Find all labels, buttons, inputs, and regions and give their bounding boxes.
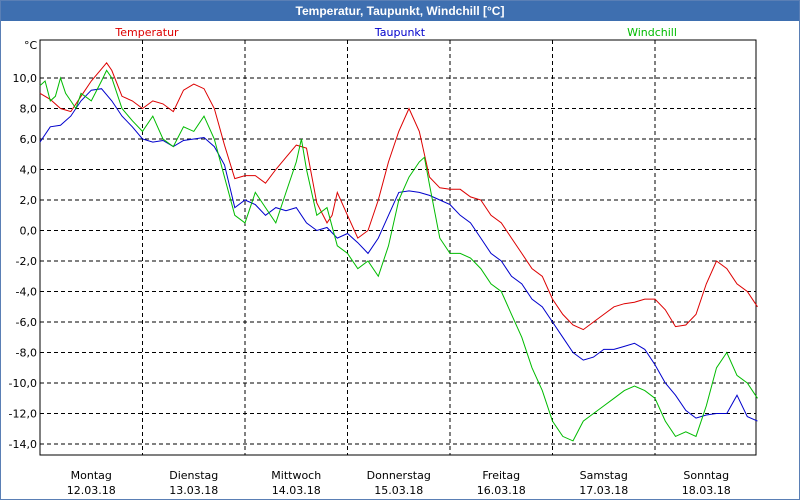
x-tick-day: Donnerstag xyxy=(367,469,431,482)
x-tick-day: Samstag xyxy=(580,469,628,482)
x-tick-date: 14.03.18 xyxy=(272,484,321,497)
legend-windchill: Windchill xyxy=(627,26,677,39)
y-tick-label: -8,0 xyxy=(16,347,37,360)
y-tick-label: -6,0 xyxy=(16,316,37,329)
x-tick-date: 18.03.18 xyxy=(682,484,731,497)
x-tick-day: Dienstag xyxy=(169,469,218,482)
x-tick-date: 16.03.18 xyxy=(477,484,526,497)
plot-area xyxy=(39,39,757,456)
y-tick-label: 6,0 xyxy=(20,133,38,146)
y-tick-label: 4,0 xyxy=(20,164,38,177)
y-axis-ticks: 10,0 8,0 6,0 4,0 2,0 0,0 -2,0 -4,0 -6,0 -8,0 -10,0… xyxy=(9,72,37,451)
y-tick-label: 2,0 xyxy=(20,194,38,207)
x-tick-date: 15.03.18 xyxy=(374,484,423,497)
x-tick-day: Montag xyxy=(71,469,112,482)
y-tick-label: -10,0 xyxy=(9,377,37,390)
x-axis-ticks: Montag 12.03.18 Dienstag 13.03.18 Mittwoch 14… xyxy=(67,469,731,497)
x-tick-date: 13.03.18 xyxy=(169,484,218,497)
x-tick-date: 17.03.18 xyxy=(579,484,628,497)
x-tick-date: 12.03.18 xyxy=(67,484,116,497)
y-tick-label: 10,0 xyxy=(13,72,38,85)
x-tick-day: Freitag xyxy=(482,469,520,482)
y-tick-label: -4,0 xyxy=(16,286,37,299)
x-tick-day: Mittwoch xyxy=(271,469,321,482)
y-tick-label: 0,0 xyxy=(20,225,38,238)
y-tick-label: 8,0 xyxy=(20,103,38,116)
y-tick-label: -12,0 xyxy=(9,408,37,421)
chart-svg: 10,0 8,0 6,0 4,0 2,0 0,0 -2,0 -4,0 -6,0 -8,0 -10,0… xyxy=(9,26,758,497)
x-tick-day: Sonntag xyxy=(683,469,729,482)
y-axis-unit: °C xyxy=(24,39,38,52)
y-tick-label: -14,0 xyxy=(9,438,37,451)
legend-temperatur: Temperatur xyxy=(114,26,179,39)
y-tick-label: -2,0 xyxy=(16,255,37,268)
legend-taupunkt: Taupunkt xyxy=(374,26,426,39)
